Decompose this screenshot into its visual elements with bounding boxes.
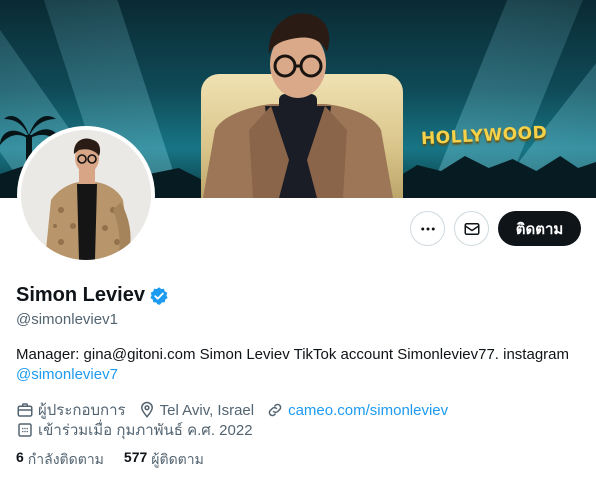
following-count: 6: [16, 449, 24, 465]
website-item[interactable]: cameo.com/simonleviev: [266, 401, 448, 419]
avatar[interactable]: [17, 126, 155, 264]
profile-name-row: Simon Leviev: [16, 284, 169, 307]
more-options-button[interactable]: [410, 211, 445, 246]
bio-text: Manager: gina@gitoni.com Simon Leviev Ti…: [16, 346, 569, 363]
followers-stat[interactable]: 577 ผู้ติดตาม: [124, 449, 204, 471]
following-label: กำลังติดตาม: [27, 451, 104, 467]
display-name: Simon Leviev: [16, 284, 145, 306]
avatar-photo: [21, 130, 151, 260]
hollywood-sign: HOLLYWOOD: [420, 122, 548, 150]
profile-joined-row: เข้าร่วมเมื่อ กุมภาพันธ์ ค.ศ. 2022: [16, 418, 265, 442]
followers-label: ผู้ติดตาม: [151, 451, 204, 467]
profile-handle: @simonleviev1: [16, 311, 118, 328]
calendar-icon: [18, 423, 32, 437]
followers-count: 577: [123, 449, 148, 465]
briefcase-icon: [17, 403, 33, 417]
banner-person-photo: [203, 13, 393, 198]
follow-stats: 6 กำลังติดตาม 577 ผู้ติดตาม: [16, 449, 204, 471]
message-button[interactable]: [454, 211, 489, 246]
joined-item: เข้าร่วมเมื่อ กุมภาพันธ์ ค.ศ. 2022: [16, 418, 253, 442]
link-icon: [268, 403, 282, 417]
more-horizontal-icon: [420, 227, 435, 230]
verified-badge-icon[interactable]: [149, 286, 169, 306]
follow-button[interactable]: ติดตาม: [498, 211, 581, 246]
location-pin-icon: [140, 401, 153, 418]
joined-text: เข้าร่วมเมื่อ กุมภาพันธ์ ค.ศ. 2022: [38, 422, 253, 439]
location-text: Tel Aviv, Israel: [159, 401, 255, 419]
profile-bio: Manager: gina@gitoni.com Simon Leviev Ti…: [16, 345, 586, 385]
bio-mention-link[interactable]: @simonleviev7: [16, 366, 118, 383]
following-stat[interactable]: 6 กำลังติดตาม: [16, 449, 104, 471]
website-link[interactable]: cameo.com/simonleviev: [288, 402, 448, 419]
location-item: Tel Aviv, Israel: [138, 401, 254, 419]
envelope-icon: [464, 222, 479, 235]
